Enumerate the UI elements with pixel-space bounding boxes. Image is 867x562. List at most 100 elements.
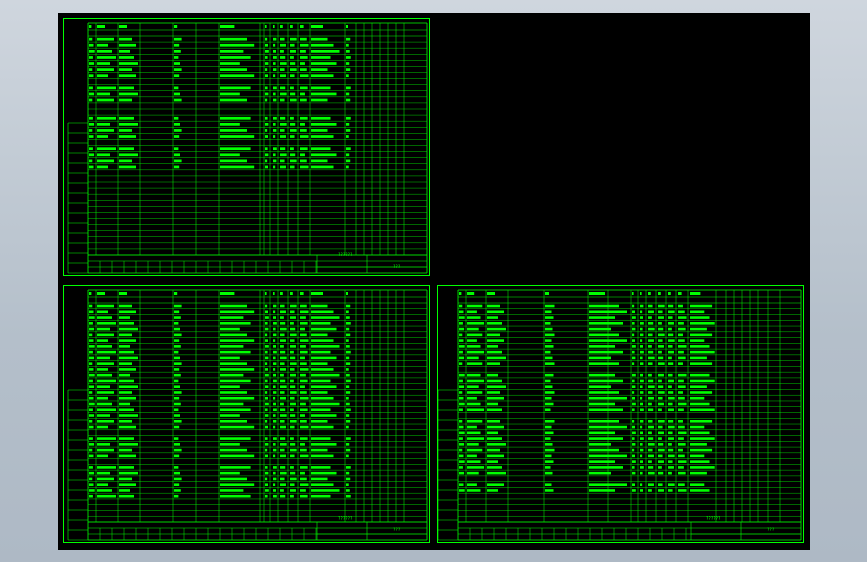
- cell-text: [589, 460, 615, 463]
- cell-text: [280, 494, 286, 498]
- cell-text: [300, 379, 308, 383]
- sheet-table-graphics: [438, 289, 802, 541]
- cell-text: [174, 37, 182, 41]
- cell-text: [290, 356, 296, 360]
- drawing-sheet-bottom-right[interactable]: ?????? ???: [437, 285, 804, 543]
- cell-text: [265, 68, 268, 71]
- cell-text: [640, 345, 643, 348]
- header-text: [346, 292, 348, 295]
- cell-text: [545, 471, 553, 475]
- header-text: [290, 292, 293, 295]
- cell-text: [97, 437, 116, 440]
- cell-text: [648, 396, 654, 400]
- cell-text: [311, 316, 340, 319]
- cell-text: [89, 448, 93, 452]
- cell-text: [89, 129, 93, 132]
- cell-text: [487, 316, 498, 319]
- cell-text: [640, 483, 643, 486]
- cell-text: [311, 333, 328, 337]
- cell-text: [280, 116, 286, 120]
- cell-text: [346, 56, 351, 59]
- cell-text: [273, 345, 276, 348]
- cell-text: [265, 368, 268, 371]
- cell-text: [290, 368, 295, 371]
- cell-text: [220, 135, 255, 138]
- cell-text: [346, 135, 349, 138]
- cell-text: [487, 408, 502, 412]
- cell-text: [273, 385, 276, 389]
- cell-text: [265, 408, 268, 412]
- cell-text: [119, 153, 138, 157]
- cell-text: [589, 345, 615, 348]
- cell-text: [265, 98, 268, 102]
- cell-text: [300, 147, 308, 151]
- cell-text: [311, 466, 331, 469]
- cell-text: [589, 431, 615, 435]
- cell-text: [89, 362, 93, 365]
- cell-text: [89, 477, 93, 481]
- cell-text: [273, 477, 277, 481]
- header-text: [273, 292, 275, 295]
- cell-text: [290, 379, 294, 383]
- cell-text: [265, 147, 268, 151]
- cell-text: [280, 477, 285, 481]
- cell-text: [678, 448, 683, 452]
- cell-text: [311, 396, 334, 400]
- cell-text: [459, 454, 464, 458]
- cell-text: [97, 165, 108, 169]
- drawing-sheet-bottom-left[interactable]: ?????? ???: [63, 285, 430, 543]
- cell-text: [119, 379, 134, 383]
- cell-text: [690, 402, 710, 406]
- cell-text: [174, 116, 179, 120]
- cell-text: [658, 471, 664, 475]
- cell-text: [265, 419, 268, 423]
- cell-text: [265, 448, 268, 452]
- cell-text: [174, 483, 180, 486]
- cell-text: [346, 408, 351, 412]
- cell-text: [273, 68, 277, 71]
- cell-text: [97, 391, 114, 394]
- cell-text: [311, 49, 340, 53]
- cell-text: [97, 56, 116, 59]
- cell-text: [119, 92, 138, 96]
- cell-text: [545, 362, 555, 365]
- cell-text: [545, 408, 551, 412]
- cell-text: [648, 304, 653, 308]
- cell-text: [545, 345, 554, 348]
- cell-text: [668, 402, 673, 406]
- cell-text: [174, 333, 182, 337]
- cell-text: [589, 402, 615, 406]
- cell-text: [89, 147, 93, 151]
- cell-text: [668, 466, 674, 469]
- cell-text: [97, 310, 108, 314]
- cell-text: [97, 362, 114, 365]
- cell-text: [311, 86, 331, 90]
- cell-text: [346, 322, 351, 325]
- cad-drawing-viewport[interactable]: ?????? ??? ?????? ??? ?????? ???: [58, 13, 810, 550]
- cell-text: [265, 396, 268, 400]
- cell-text: [648, 489, 652, 492]
- cell-text: [174, 448, 182, 452]
- cell-text: [346, 356, 350, 360]
- cell-text: [467, 316, 481, 319]
- cell-text: [467, 408, 485, 412]
- cell-text: [589, 448, 619, 452]
- cell-text: [265, 489, 269, 492]
- cell-text: [690, 396, 705, 400]
- cell-text: [174, 147, 179, 151]
- cell-text: [97, 339, 108, 342]
- page-label: ???: [393, 264, 401, 269]
- cell-text: [97, 414, 110, 417]
- cell-text: [690, 419, 713, 423]
- drawing-sheet-top-left[interactable]: ?????? ???: [63, 18, 430, 276]
- cell-text: [487, 489, 498, 492]
- cell-text: [220, 37, 247, 41]
- cell-text: [311, 165, 334, 169]
- cell-text: [273, 373, 276, 377]
- cell-text: [311, 37, 328, 41]
- cell-text: [487, 356, 506, 360]
- cell-text: [648, 333, 653, 337]
- cell-text: [690, 437, 715, 440]
- cell-text: [658, 437, 662, 440]
- cell-text: [467, 373, 481, 377]
